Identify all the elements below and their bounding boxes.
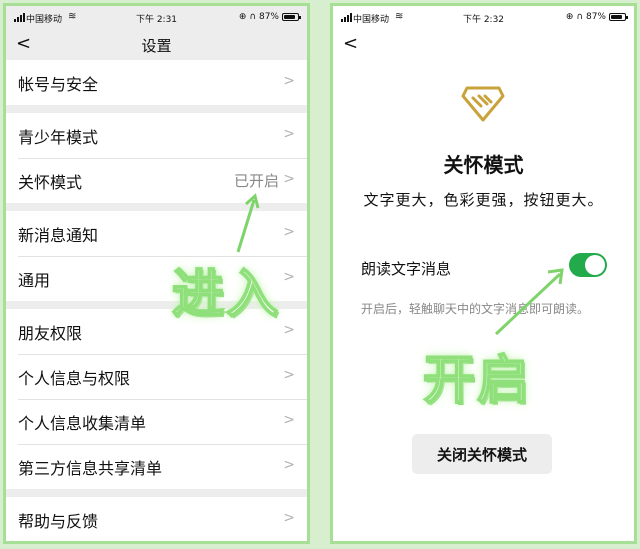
battery-icon — [282, 13, 301, 21]
settings-item-label: 新消息通知 — [18, 225, 99, 245]
settings-group-account: 帐号与安全 > — [6, 60, 307, 105]
toggle-knob — [585, 255, 605, 275]
battery-percent: 87% — [585, 12, 606, 22]
back-chevron-icon[interactable]: < — [343, 34, 358, 54]
care-mode-title: 关怀模式 — [443, 153, 524, 177]
read-aloud-toggle[interactable] — [569, 253, 607, 277]
settings-group-privacy: 朋友权限 > 个人信息与权限 > 个人信息收集清单 > 第三方信息共享清单 > — [6, 309, 307, 489]
battery-icon — [609, 13, 628, 21]
orientation-lock-icon: ⊕ — [565, 12, 574, 22]
settings-item-label: 青少年模式 — [18, 127, 99, 147]
settings-item-label: 个人信息收集清单 — [18, 413, 147, 433]
headphones-icon: ∩ — [576, 12, 583, 22]
settings-item-label: 帐号与安全 — [18, 74, 99, 94]
care-mode-screen: 中国移动 ≋ 下午 2:32 ⊕ ∩ 87% < 关怀模式 文字更大，色彩更强，… — [330, 3, 637, 544]
care-mode-subtitle: 文字更大，色彩更强，按钮更大。 — [363, 191, 604, 209]
orientation-lock-icon: ⊕ — [238, 12, 247, 22]
status-bar: 中国移动 ≋ 下午 2:32 ⊕ ∩ 87% — [333, 6, 634, 30]
chevron-right-icon: > — [283, 269, 295, 285]
nav-bar: < — [333, 30, 634, 60]
chevron-right-icon: > — [283, 367, 295, 383]
settings-item-personal-info[interactable]: 个人信息与权限 > — [6, 354, 307, 399]
settings-item-label: 帮助与反馈 — [18, 511, 99, 531]
battery-percent: 87% — [258, 12, 279, 22]
settings-item-help-feedback[interactable]: 帮助与反馈 > — [6, 497, 307, 541]
settings-item-youth-mode[interactable]: 青少年模式 > — [6, 113, 307, 158]
arrow-to-care-mode-icon — [236, 193, 260, 253]
chevron-right-icon: > — [283, 224, 295, 240]
chevron-right-icon: > — [283, 73, 295, 89]
nav-bar: < 设置 — [6, 30, 307, 60]
settings-item-label: 第三方信息共享清单 — [18, 458, 163, 478]
care-mode-status: 已开启 — [233, 172, 279, 190]
care-hand-heart-icon — [461, 86, 505, 122]
headphones-icon: ∩ — [249, 12, 256, 22]
settings-item-label: 关怀模式 — [18, 172, 83, 192]
settings-item-label: 朋友权限 — [18, 323, 83, 343]
settings-item-info-collection[interactable]: 个人信息收集清单 > — [6, 399, 307, 444]
status-bar: 中国移动 ≋ 下午 2:31 ⊕ ∩ 87% — [6, 6, 307, 30]
settings-item-label: 通用 — [18, 270, 51, 290]
close-care-mode-button[interactable]: 关闭关怀模式 — [412, 434, 552, 474]
enter-overlay-label: 进入 — [171, 264, 281, 326]
chevron-right-icon: > — [283, 412, 295, 428]
read-aloud-label: 朗读文字消息 — [361, 260, 452, 278]
chevron-right-icon: > — [283, 126, 295, 142]
chevron-right-icon: > — [283, 457, 295, 473]
arrow-to-toggle-icon — [494, 268, 564, 336]
chevron-right-icon: > — [283, 171, 295, 187]
chevron-right-icon: > — [283, 510, 295, 526]
settings-item-account-security[interactable]: 帐号与安全 > — [6, 60, 307, 105]
chevron-right-icon: > — [283, 322, 295, 338]
page-title: 设置 — [141, 37, 172, 55]
open-overlay-label: 开启 — [422, 350, 532, 412]
settings-item-label: 个人信息与权限 — [18, 368, 131, 388]
settings-item-third-party-sharing[interactable]: 第三方信息共享清单 > — [6, 444, 307, 489]
settings-group-help: 帮助与反馈 > — [6, 497, 307, 541]
